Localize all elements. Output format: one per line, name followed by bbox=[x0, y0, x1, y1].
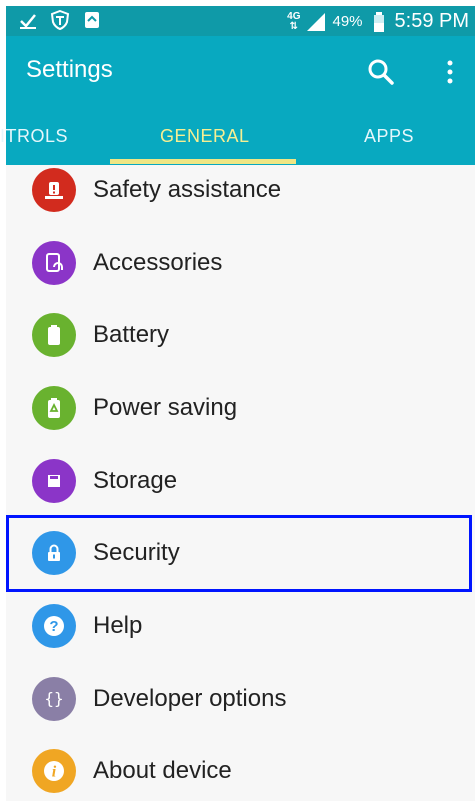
settings-item-label: Help bbox=[93, 612, 143, 639]
status-right: 4G ⇅ 49% 5:59 PM bbox=[287, 10, 469, 33]
settings-item-developer-options[interactable]: {} Developer options bbox=[6, 663, 475, 735]
settings-item-label: Storage bbox=[93, 467, 178, 494]
data-arrows-icon: ⇅ bbox=[289, 20, 298, 32]
warning-icon bbox=[32, 168, 76, 212]
tab-apps[interactable]: APPS bbox=[364, 126, 414, 147]
settings-item-accessories[interactable]: Accessories bbox=[6, 227, 475, 299]
info-icon: i bbox=[32, 749, 76, 793]
network-label: 4G bbox=[287, 10, 301, 22]
help-icon: ? bbox=[32, 604, 76, 648]
battery-icon bbox=[32, 313, 76, 357]
status-left bbox=[18, 10, 102, 30]
settings-item-storage[interactable]: Storage bbox=[6, 445, 475, 517]
settings-item-label: Safety assistance bbox=[93, 176, 282, 203]
settings-item-power-saving[interactable]: Power saving bbox=[6, 372, 475, 444]
settings-item-help[interactable]: ? Help bbox=[6, 590, 475, 662]
app-bar: Settings ITROLS GENERAL APPS bbox=[0, 36, 475, 165]
signal-icon bbox=[306, 12, 326, 32]
svg-text:i: i bbox=[52, 764, 57, 781]
network-type: 4G ⇅ bbox=[287, 10, 301, 32]
settings-list: Safety assistance Accessories Battery Po… bbox=[6, 165, 475, 801]
settings-item-label: Power saving bbox=[93, 394, 238, 421]
shield-icon bbox=[50, 10, 70, 30]
settings-item-safety-assistance[interactable]: Safety assistance bbox=[6, 154, 475, 226]
battery-percent: 49% bbox=[332, 13, 363, 30]
storage-icon bbox=[32, 459, 76, 503]
page-title: Settings bbox=[26, 56, 113, 83]
settings-item-battery[interactable]: Battery bbox=[6, 299, 475, 371]
power-saving-icon bbox=[32, 386, 76, 430]
settings-item-about-device[interactable]: i About device bbox=[6, 735, 475, 807]
svg-text:{}: {} bbox=[44, 689, 63, 708]
tab-controls[interactable]: ITROLS bbox=[0, 126, 68, 147]
clock: 5:59 PM bbox=[394, 10, 469, 32]
download-done-icon bbox=[18, 10, 38, 30]
status-bar: 4G ⇅ 49% 5:59 PM bbox=[6, 6, 475, 36]
settings-item-label: Accessories bbox=[93, 249, 223, 276]
settings-item-label: Security bbox=[93, 539, 180, 566]
search-icon[interactable] bbox=[367, 58, 395, 86]
svg-text:?: ? bbox=[49, 618, 58, 635]
settings-item-label: About device bbox=[93, 757, 232, 784]
lock-icon bbox=[32, 531, 76, 575]
tab-general[interactable]: GENERAL bbox=[160, 126, 250, 147]
braces-icon: {} bbox=[32, 677, 76, 721]
screenshot-icon bbox=[82, 10, 102, 30]
battery-icon bbox=[369, 11, 389, 32]
more-options-icon[interactable] bbox=[445, 58, 455, 86]
settings-item-security[interactable]: Security bbox=[6, 517, 475, 589]
settings-item-label: Battery bbox=[93, 321, 170, 348]
accessory-icon bbox=[32, 241, 76, 285]
settings-item-label: Developer options bbox=[93, 685, 287, 712]
